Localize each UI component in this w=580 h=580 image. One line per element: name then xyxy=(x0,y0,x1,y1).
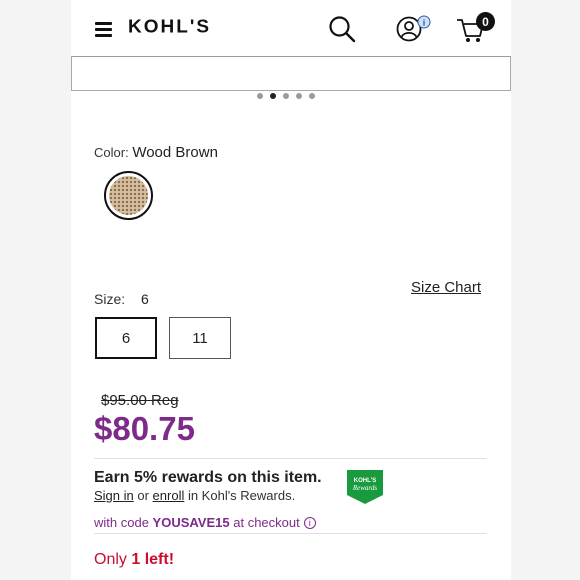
product-page: KOHL'S i 0 Color: Wood Brown Size Chart … xyxy=(71,0,511,580)
promo-code-line: with code YOUSAVE15 at checkout i xyxy=(94,515,316,530)
carousel-dot[interactable] xyxy=(257,93,263,99)
stock-status: Only 1 left! xyxy=(94,551,174,569)
rewards-badge-bottom-text: Rewards xyxy=(352,484,378,492)
color-label: Color: xyxy=(94,145,129,160)
size-option-11[interactable]: 11 xyxy=(169,317,231,359)
hamburger-menu-icon[interactable] xyxy=(95,22,112,37)
divider xyxy=(94,458,487,459)
rewards-or-text: or xyxy=(133,488,153,503)
stock-prefix: Only xyxy=(94,551,132,568)
size-selector: Size: 6 xyxy=(94,291,149,307)
info-icon[interactable]: i xyxy=(303,517,316,529)
account-icon[interactable]: i xyxy=(396,15,432,43)
search-input[interactable] xyxy=(71,57,511,91)
promo-prefix: with code xyxy=(94,515,153,530)
color-selector: Color: Wood Brown xyxy=(94,144,218,161)
stock-count: 1 left! xyxy=(131,551,175,568)
carousel-dot[interactable] xyxy=(296,93,302,99)
rewards-signin-line: Sign in or enroll in Kohl's Rewards. xyxy=(94,488,295,503)
wood-weave-swatch-icon xyxy=(109,176,148,215)
promo-suffix: at checkout xyxy=(229,515,300,530)
sale-price: $80.75 xyxy=(94,410,195,447)
color-swatch-wood-brown[interactable] xyxy=(104,171,153,220)
divider xyxy=(94,533,487,534)
kohls-rewards-badge-icon: KOHL'S Rewards xyxy=(347,470,383,504)
enroll-link[interactable]: enroll xyxy=(153,488,185,503)
image-carousel-dots xyxy=(257,93,315,99)
sign-in-link[interactable]: Sign in xyxy=(94,488,134,503)
rewards-suffix-text: in Kohl's Rewards. xyxy=(184,488,296,503)
site-header: KOHL'S i 0 xyxy=(71,0,511,57)
carousel-dot[interactable] xyxy=(283,93,289,99)
rewards-title: Earn 5% rewards on this item. xyxy=(94,469,322,486)
kohls-logo[interactable]: KOHL'S xyxy=(128,18,211,39)
regular-price: $95.00 Reg xyxy=(101,392,179,409)
color-value: Wood Brown xyxy=(132,144,218,161)
size-value: 6 xyxy=(141,291,149,307)
size-option-6[interactable]: 6 xyxy=(95,317,157,359)
cart-icon[interactable]: 0 xyxy=(456,12,500,44)
size-label: Size: xyxy=(94,291,126,307)
search-icon[interactable] xyxy=(328,15,356,43)
size-chart-link[interactable]: Size Chart xyxy=(411,279,481,296)
carousel-dot[interactable] xyxy=(309,93,315,99)
cart-count-badge: 0 xyxy=(476,12,495,31)
carousel-dot-active[interactable] xyxy=(270,93,276,99)
promo-code: YOUSAVE15 xyxy=(152,515,230,530)
